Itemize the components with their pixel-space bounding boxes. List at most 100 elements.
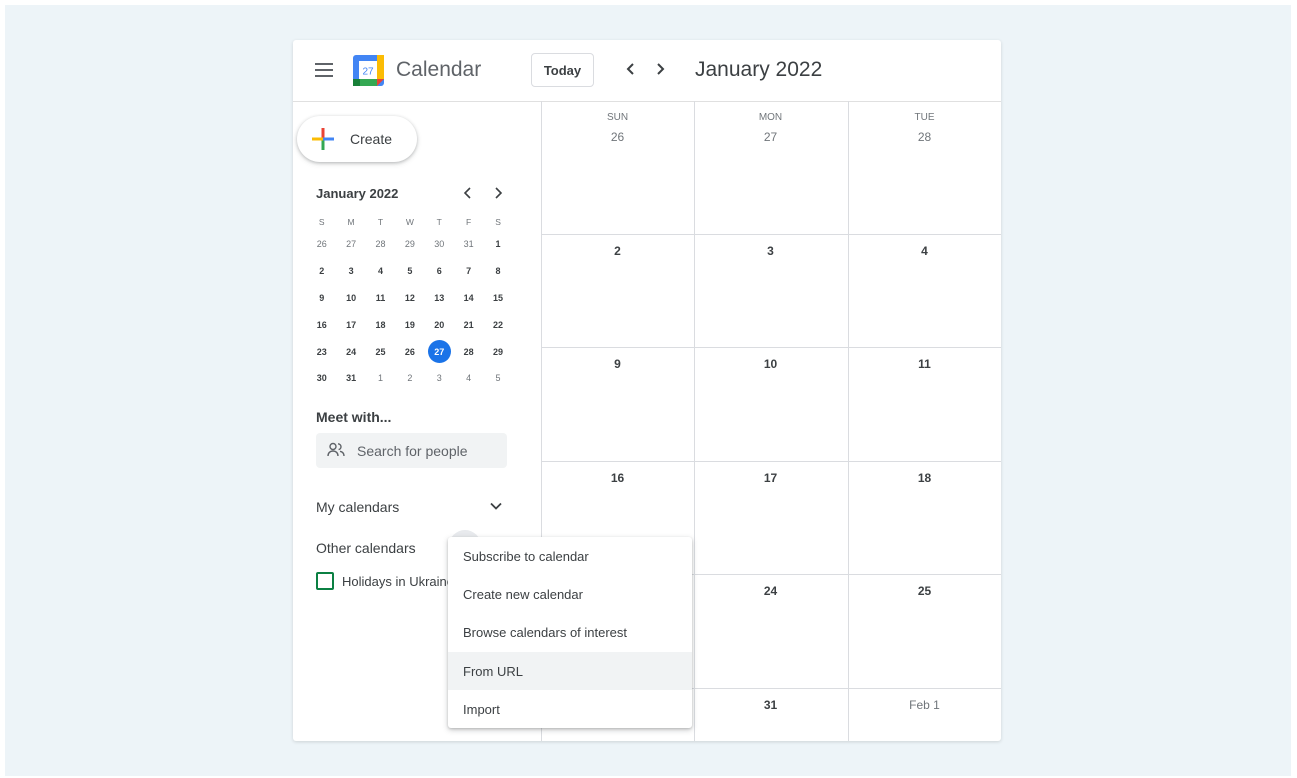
mini-day[interactable]: 3 xyxy=(425,365,454,392)
mini-day[interactable]: 16 xyxy=(307,311,336,338)
mini-day[interactable]: 7 xyxy=(454,258,483,285)
mini-day-label: 14 xyxy=(463,292,474,303)
mini-day[interactable]: 22 xyxy=(483,311,512,338)
main-menu-icon[interactable] xyxy=(315,63,333,77)
mini-day[interactable]: 28 xyxy=(366,231,395,258)
menu-item-subscribe[interactable]: Subscribe to calendar xyxy=(448,537,692,575)
other-calendars-label[interactable]: Other calendars xyxy=(316,540,416,556)
mini-day[interactable]: 5 xyxy=(483,365,512,392)
day-cell-date[interactable]: 25 xyxy=(848,584,1001,598)
mini-day[interactable]: 18 xyxy=(366,311,395,338)
mini-calendar-title: January 2022 xyxy=(316,186,399,201)
day-cell-date[interactable]: 31 xyxy=(694,698,847,712)
mini-day[interactable]: 14 xyxy=(454,285,483,312)
day-cell-date[interactable]: 9 xyxy=(541,357,694,371)
day-cell-date[interactable]: 28 xyxy=(848,130,1001,144)
next-period-chevron-icon[interactable] xyxy=(649,58,671,80)
day-cell-date[interactable]: 2 xyxy=(541,244,694,258)
mini-day[interactable]: 29 xyxy=(483,338,512,365)
mini-day[interactable]: 9 xyxy=(307,285,336,312)
day-cell-date[interactable]: 24 xyxy=(694,584,847,598)
mini-day[interactable]: 26 xyxy=(395,338,424,365)
mini-day[interactable]: 8 xyxy=(483,258,512,285)
search-people-input[interactable]: Search for people xyxy=(316,433,507,468)
menu-item-import[interactable]: Import xyxy=(448,690,692,728)
mini-day[interactable]: 5 xyxy=(395,258,424,285)
mini-day[interactable]: 28 xyxy=(454,338,483,365)
day-cell-date[interactable]: 26 xyxy=(541,130,694,144)
day-cell-date[interactable]: Feb 1 xyxy=(848,698,1001,712)
day-cell-date[interactable]: 11 xyxy=(848,357,1001,371)
mini-day[interactable]: 3 xyxy=(336,258,365,285)
meet-with-label: Meet with... xyxy=(316,409,392,425)
mini-calendar-week: 30 31 1 2 3 4 5 xyxy=(307,365,513,392)
mini-day[interactable]: 23 xyxy=(307,338,336,365)
other-calendars-menu: Subscribe to calendar Create new calenda… xyxy=(448,537,692,728)
create-button[interactable]: Create xyxy=(297,116,417,162)
mini-day-label: 3 xyxy=(348,266,354,277)
day-cell-date[interactable]: 17 xyxy=(694,471,847,485)
mini-day-label: 31 xyxy=(463,239,474,250)
mini-day-label: 11 xyxy=(375,292,386,303)
mini-day[interactable]: 30 xyxy=(307,365,336,392)
mini-day[interactable]: 15 xyxy=(483,285,512,312)
mini-day-label: 18 xyxy=(375,319,386,330)
mini-day[interactable]: 12 xyxy=(395,285,424,312)
mini-day[interactable]: 10 xyxy=(336,285,365,312)
day-cell-date[interactable]: 10 xyxy=(694,357,847,371)
mini-day[interactable]: 13 xyxy=(425,285,454,312)
mini-day[interactable]: 1 xyxy=(483,231,512,258)
mini-day[interactable]: 21 xyxy=(454,311,483,338)
mini-day-label: 13 xyxy=(434,292,445,303)
mini-day[interactable]: 27 xyxy=(336,231,365,258)
mini-day-label: 5 xyxy=(407,266,413,277)
holidays-calendar-checkbox[interactable] xyxy=(316,572,334,590)
chevron-down-icon[interactable] xyxy=(487,497,505,515)
mini-day[interactable]: 2 xyxy=(307,258,336,285)
mini-day[interactable]: 1 xyxy=(366,365,395,392)
day-cell-date[interactable]: 4 xyxy=(848,244,1001,258)
day-cell-date[interactable]: 3 xyxy=(694,244,847,258)
search-people-placeholder: Search for people xyxy=(357,443,468,459)
mini-day-label: 2 xyxy=(319,266,325,277)
mini-day[interactable]: 2 xyxy=(395,365,424,392)
mini-prev-month-chevron-icon[interactable] xyxy=(460,185,476,201)
mini-day[interactable]: 26 xyxy=(307,231,336,258)
mini-day[interactable]: 4 xyxy=(366,258,395,285)
mini-day-label: 16 xyxy=(316,319,327,330)
previous-period-chevron-icon[interactable] xyxy=(620,58,642,80)
mini-day[interactable]: 25 xyxy=(366,338,395,365)
logo-day-text: 27 xyxy=(362,67,374,78)
mini-day[interactable]: 4 xyxy=(454,365,483,392)
grid-column-divider xyxy=(848,101,849,741)
mini-day[interactable]: 17 xyxy=(336,311,365,338)
mini-day[interactable]: 19 xyxy=(395,311,424,338)
mini-day[interactable]: 11 xyxy=(366,285,395,312)
day-of-week-header: TUE xyxy=(914,112,935,123)
mini-day[interactable]: 6 xyxy=(425,258,454,285)
mini-day-label: 23 xyxy=(316,346,327,357)
mini-day[interactable]: 31 xyxy=(336,365,365,392)
mini-calendar-grid: S M T W T F S 26 27 28 29 30 31 1 2 3 4 5 6 7 8 9 10 11 1… xyxy=(307,212,513,392)
mini-dow: M xyxy=(347,216,355,227)
day-cell-date[interactable]: 16 xyxy=(541,471,694,485)
mini-day-label: 30 xyxy=(316,373,327,384)
day-cell-date[interactable]: 27 xyxy=(694,130,847,144)
mini-next-month-chevron-icon[interactable] xyxy=(490,185,506,201)
mini-day-label: 25 xyxy=(375,346,386,357)
holidays-calendar-label: Holidays in Ukraine xyxy=(342,574,450,589)
menu-item-from-url[interactable]: From URL xyxy=(448,652,692,690)
mini-day-label: 26 xyxy=(316,239,327,250)
grid-row-divider xyxy=(541,461,1001,462)
day-cell-date[interactable]: 18 xyxy=(848,471,1001,485)
mini-day-today[interactable]: 27 xyxy=(425,338,454,365)
mini-day[interactable]: 31 xyxy=(454,231,483,258)
mini-day[interactable]: 30 xyxy=(425,231,454,258)
menu-item-browse-calendars[interactable]: Browse calendars of interest xyxy=(448,613,692,651)
menu-item-create-new-calendar[interactable]: Create new calendar xyxy=(448,575,692,613)
my-calendars-label[interactable]: My calendars xyxy=(316,499,399,515)
mini-day[interactable]: 29 xyxy=(395,231,424,258)
mini-day[interactable]: 20 xyxy=(425,311,454,338)
today-button[interactable]: Today xyxy=(531,53,594,87)
mini-day[interactable]: 24 xyxy=(336,338,365,365)
